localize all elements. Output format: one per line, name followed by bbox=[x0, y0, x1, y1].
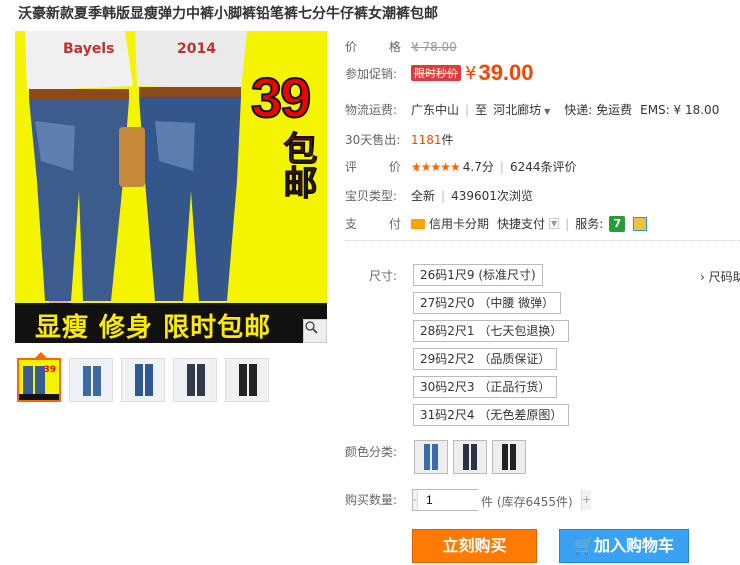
ems-fee: EMS: ¥ 18.00 bbox=[640, 102, 720, 117]
chevron-down-icon: ▼ bbox=[544, 107, 551, 116]
thumbnail-strip: 39 bbox=[17, 352, 269, 402]
promo-banner-text: 显瘦 修身 限时包邮 bbox=[35, 313, 272, 343]
promo-free-shipping-text: 包邮 bbox=[277, 131, 318, 200]
size-option[interactable]: 28码2尺1 （七天包退换） bbox=[413, 320, 570, 342]
ship-to-value: 河北廊坊 bbox=[493, 103, 542, 117]
price-row: 价 格: ¥ 78.00 bbox=[345, 38, 457, 55]
quantity-stepper: - + bbox=[412, 489, 592, 511]
sales-unit: 件 bbox=[441, 133, 454, 147]
service-label: 服务: bbox=[575, 217, 604, 231]
color-swatch-black[interactable] bbox=[492, 440, 526, 474]
size-option[interactable]: 31码2尺4 （无色差原图） bbox=[413, 404, 570, 426]
add-to-cart-button[interactable]: 🛒加入购物车 bbox=[559, 529, 689, 563]
section-divider bbox=[345, 240, 740, 241]
thumbnail-badge: 39 bbox=[43, 365, 56, 375]
size-chart-link[interactable]: › 尺码助 bbox=[700, 268, 740, 285]
current-price: 39.00 bbox=[478, 60, 534, 85]
divider: | bbox=[565, 216, 570, 231]
shipping-fee: 快递: 免运费 bbox=[564, 103, 633, 117]
sales-label: 30天售出: bbox=[345, 133, 401, 147]
type-row: 宝贝类型: 全新 | 439601次浏览 bbox=[345, 187, 533, 204]
quick-pay-link[interactable]: 快捷支付 bbox=[497, 215, 545, 232]
size-option[interactable]: 30码2尺3 （正品行货） bbox=[413, 376, 558, 398]
promo-tag: 限时秒价 bbox=[411, 65, 461, 81]
currency-symbol: ¥ bbox=[465, 62, 477, 84]
divider: | bbox=[441, 188, 446, 203]
ship-from: 广东中山 bbox=[411, 103, 460, 117]
thumbnail[interactable] bbox=[69, 358, 113, 402]
stock-note: 件 (库存6455件) bbox=[481, 495, 573, 509]
divider: | bbox=[465, 102, 470, 117]
payment-row: 支 付: 信用卡分期 快捷支付 ▼ | 服务: 7 bbox=[345, 215, 648, 232]
size-option[interactable]: 29码2尺2 （品质保证） bbox=[413, 348, 558, 370]
shirt-text-right: 2014 bbox=[177, 41, 216, 57]
rating-label: 评 价: bbox=[345, 160, 433, 174]
rating-row: 评 价: ★★★★★ 4.7分 | 6244条评价 bbox=[345, 158, 576, 175]
sales-row: 30天售出: 1181 件 bbox=[345, 131, 454, 148]
view-count: 439601次浏览 bbox=[451, 189, 533, 203]
thumbnail[interactable]: 39 bbox=[17, 352, 61, 402]
zoom-icon[interactable] bbox=[303, 319, 327, 343]
promo-label: 参加促销: bbox=[345, 66, 398, 81]
ship-to-select[interactable]: 河北廊坊 ▼ bbox=[493, 101, 550, 118]
chevron-right-icon: › bbox=[700, 270, 705, 284]
credit-installment-link[interactable]: 信用卡分期 bbox=[429, 215, 489, 232]
promo-price-row: 参加促销: 限时秒价 ¥ 39.00 bbox=[345, 60, 534, 86]
original-price: ¥ 78.00 bbox=[411, 39, 457, 54]
seven-day-return-badge[interactable]: 7 bbox=[609, 215, 626, 232]
credit-card-icon bbox=[411, 218, 425, 229]
type-label: 宝贝类型: bbox=[345, 189, 398, 203]
shipping-label: 物流运费: bbox=[345, 103, 398, 117]
chevron-down-icon[interactable]: ▼ bbox=[549, 218, 560, 229]
promo-banner: 显瘦 修身 限时包邮 bbox=[15, 303, 327, 343]
ship-to-prefix: 至 bbox=[475, 103, 488, 117]
size-option[interactable]: 27码2尺0 （中腰 微弹） bbox=[413, 292, 562, 314]
price-label: 价 格: bbox=[345, 40, 433, 54]
shirt-text-left: Bayels bbox=[63, 41, 115, 57]
shipping-row: 物流运费: 广东中山 | 至 河北廊坊 ▼ 快递: 免运费 EMS: ¥ 18.0… bbox=[345, 101, 719, 118]
promo-price-number: 39 bbox=[250, 65, 312, 130]
quantity-label: 购买数量: bbox=[345, 493, 398, 507]
buy-now-button[interactable]: 立刻购买 bbox=[412, 529, 537, 563]
divider: | bbox=[499, 159, 504, 174]
guarantee-icon[interactable] bbox=[633, 216, 648, 231]
cart-icon: 🛒 bbox=[574, 536, 594, 555]
type-value: 全新 bbox=[411, 189, 436, 203]
color-swatch-dark-blue[interactable] bbox=[453, 440, 487, 474]
size-label: 尺寸: bbox=[369, 269, 398, 283]
add-to-cart-label: 加入购物车 bbox=[593, 536, 674, 555]
star-rating-icon: ★★★★★ bbox=[411, 159, 461, 174]
color-label: 颜色分类: bbox=[345, 445, 398, 459]
review-count-link[interactable]: 6244条评价 bbox=[510, 158, 577, 175]
product-title: 沃豪新款夏季韩版显瘦弹力中裤小脚裤铅笔裤七分牛仔裤女潮裤包邮 bbox=[18, 6, 438, 22]
rating-score: 4.7分 bbox=[462, 160, 494, 174]
payment-label: 支 付: bbox=[345, 217, 433, 231]
thumbnail[interactable] bbox=[121, 358, 165, 402]
size-option[interactable]: 26码1尺9 (标准尺寸) bbox=[413, 264, 543, 286]
main-product-image[interactable]: Bayels 2014 39 包邮 显瘦 修身 限时包邮 bbox=[15, 31, 327, 343]
color-swatch-blue[interactable] bbox=[414, 440, 448, 474]
size-chart-label: 尺码助 bbox=[708, 270, 740, 284]
sales-count: 1181 bbox=[411, 132, 442, 147]
quantity-plus-button[interactable]: + bbox=[581, 490, 592, 510]
thumbnail[interactable] bbox=[173, 358, 217, 402]
thumbnail[interactable] bbox=[225, 358, 269, 402]
